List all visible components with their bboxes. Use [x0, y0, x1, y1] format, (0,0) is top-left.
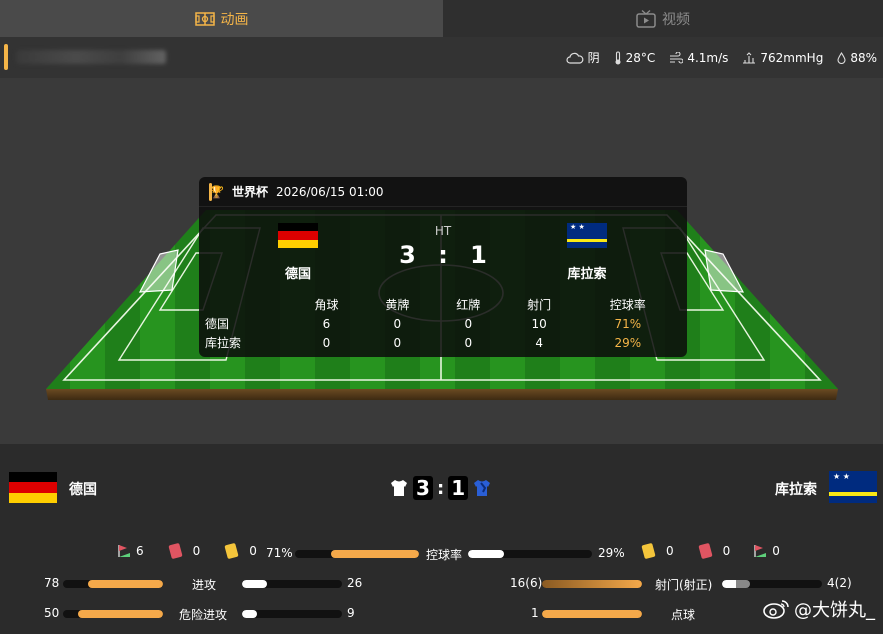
tab-video-label: 视频	[662, 11, 690, 28]
pressure-icon	[743, 51, 756, 64]
droplet-icon	[837, 51, 846, 64]
curacao-flag: ★ ★	[829, 471, 877, 503]
cloudy-icon	[566, 52, 584, 64]
home-dangerous-bar	[63, 610, 163, 618]
accent-marker	[4, 44, 8, 70]
home-possession-fill	[330, 550, 419, 558]
accent-marker	[209, 182, 212, 201]
away-possession-fill	[468, 550, 504, 558]
corner-flag-icon	[754, 545, 767, 557]
home-shots-fill	[542, 580, 642, 588]
away-shots-fill	[722, 580, 750, 588]
red-card-stat: 0	[168, 542, 200, 560]
weather-pressure: 762mmHg	[742, 51, 823, 65]
home-team-name: 德国	[284, 267, 311, 282]
home-shots-value: 16(6)	[510, 576, 543, 590]
away-possession-bar	[468, 550, 592, 558]
away-jersey-icon	[474, 480, 491, 496]
away-shots-bar	[722, 580, 822, 588]
germany-flag	[9, 472, 57, 503]
scoreboard: 3 : 1	[389, 475, 492, 501]
tab-animation-label: 动画	[220, 11, 249, 28]
home-shots-bar	[542, 580, 642, 588]
match-info-bar: 阴 28°C 4.1m/s 762mmHg 88%	[0, 37, 883, 78]
away-attacks-bar	[242, 580, 342, 588]
watermark-text: @大饼丸_	[794, 600, 875, 621]
home-team-name: 德国	[69, 482, 97, 498]
popup-stats-table: 角球 黄牌 红牌 射门 控球率 德国 6 0 0 10 71% 库拉索 0 0 …	[205, 295, 681, 352]
tab-bar: 动画 视频	[0, 0, 883, 37]
away-team-name: 库拉索	[567, 267, 607, 282]
away-dangerous-bar	[242, 610, 342, 618]
away-dangerous-value: 9	[347, 606, 355, 620]
table-row: 德国 6 0 0 10 71%	[205, 316, 642, 332]
home-attacks-bar	[63, 580, 163, 588]
home-score: 3	[413, 476, 433, 500]
red-card-stat: 0	[698, 542, 730, 560]
away-possession-value: 29%	[598, 546, 625, 560]
curacao-flag: ★ ★	[567, 223, 607, 248]
away-score: 1	[448, 476, 469, 500]
popup-header: 🏆 世界杯 2026/06/15 01:00	[199, 177, 687, 207]
red-card-icon	[698, 542, 713, 560]
penalties-label: 点球	[671, 608, 696, 622]
weibo-watermark: @大饼丸_	[762, 596, 875, 622]
away-dangerous-fill	[242, 610, 257, 618]
home-penalties-bar	[542, 610, 642, 618]
home-possession-bar	[295, 550, 419, 558]
table-header-row: 角球 黄牌 红牌 射门 控球率	[314, 298, 646, 312]
pitch-icon	[194, 11, 215, 26]
blurred-match-title	[16, 50, 166, 64]
corner-stat: 6	[116, 543, 144, 559]
yellow-card-icon	[641, 542, 656, 560]
home-attacks-fill	[88, 580, 163, 588]
match-datetime: 2026/06/15 01:00	[275, 184, 384, 199]
match-status: HT	[434, 224, 452, 238]
home-events: 6 0 0	[116, 541, 257, 561]
tab-video[interactable]: 视频	[443, 0, 883, 37]
away-team-name: 库拉索	[775, 482, 817, 498]
weather-humidity: 88%	[837, 51, 877, 65]
weather-condition: 阴	[566, 49, 600, 66]
corner-flag-icon	[118, 545, 130, 557]
attacks-label: 进攻	[192, 578, 217, 592]
tab-animation[interactable]: 动画	[0, 0, 443, 37]
home-penalties-fill	[542, 610, 642, 618]
dangerous-label: 危险进攻	[179, 608, 228, 622]
possession-label: 控球率	[426, 548, 463, 562]
home-jersey-icon	[391, 480, 407, 496]
shots-label: 射门(射正)	[655, 578, 713, 592]
home-dangerous-fill	[78, 610, 163, 618]
table-row: 库拉索 0 0 0 4 29%	[205, 335, 642, 351]
match-summary-popup: 🏆 世界杯 2026/06/15 01:00 HT 3 : 1 德国 ★ ★ 库…	[199, 177, 687, 357]
germany-flag	[278, 223, 318, 248]
weibo-logo-icon	[763, 600, 789, 619]
away-attacks-fill	[242, 580, 267, 588]
home-attacks-value: 78	[44, 576, 60, 590]
league-name: 世界杯	[231, 185, 268, 199]
weather-temperature: 28°C	[614, 50, 655, 65]
stats-panel	[0, 444, 883, 634]
corner-stat: 0	[752, 543, 780, 559]
red-card-icon	[168, 542, 183, 560]
weather-panel: 阴 28°C 4.1m/s 762mmHg 88%	[566, 37, 877, 78]
away-attacks-value: 26	[347, 576, 363, 590]
away-shots-value: 4(2)	[827, 576, 852, 590]
thermometer-icon	[615, 50, 621, 64]
yellow-card-icon	[224, 542, 239, 560]
yellow-card-stat: 0	[641, 542, 674, 560]
yellow-card-stat: 0	[224, 542, 257, 560]
home-penalties-value: 1	[531, 606, 539, 620]
home-possession-value: 71%	[266, 546, 293, 560]
home-dangerous-value: 50	[44, 606, 60, 620]
tv-icon	[636, 9, 656, 28]
away-events: 0 0 0	[641, 541, 780, 561]
weather-wind: 4.1m/s	[669, 51, 728, 65]
wind-icon	[670, 51, 684, 64]
